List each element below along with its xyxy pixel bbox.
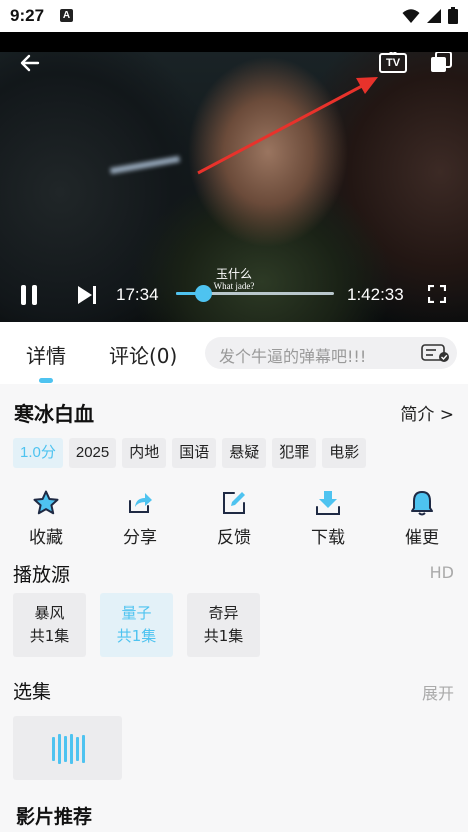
playing-bars-icon [52,734,85,764]
source-count: 共1集 [203,627,244,645]
tab-indicator [39,378,53,383]
next-episode-icon[interactable] [76,285,98,305]
progress-handle[interactable] [194,285,212,302]
rating-tag: 1.0分 [13,438,63,468]
share-label: 分享 [123,528,157,548]
genre-tag: 犯罪 [272,438,317,468]
tab-comments[interactable]: 评论(0) [109,340,177,369]
pause-icon[interactable] [18,284,40,306]
tag-list: 1.0分 2025 内地 国语 悬疑 犯罪 电影 [13,438,367,468]
wifi-icon [402,8,420,23]
total-time: 1:42:33 [347,285,404,304]
episode-item-playing[interactable] [13,716,122,780]
source-name: 量子 [121,604,152,622]
back-arrow-icon[interactable] [18,52,42,75]
source-item[interactable]: 奇异 共1集 [187,593,260,657]
download-label: 下载 [311,528,345,548]
share-button[interactable]: 分享 [108,488,172,548]
tv-cast-button[interactable]: TV [378,52,408,74]
favorite-label: 收藏 [29,528,63,548]
source-name: 暴风 [34,604,65,622]
danmu-settings-icon[interactable] [421,343,451,363]
battery-icon [448,7,458,24]
progress-bar[interactable] [176,285,334,302]
notification-badge: A [60,9,73,22]
star-icon [33,490,59,515]
player-controls: TV 玉什么 What jade? 17:34 1:42:33 [0,52,468,322]
source-section-title: 播放源 [13,564,71,586]
pip-window-icon[interactable] [430,52,452,73]
feedback-button[interactable]: 反馈 [202,488,266,548]
action-bar: 收藏 分享 反馈 下载 催更 [14,488,454,548]
download-button[interactable]: 下载 [296,488,360,548]
bell-icon [411,491,433,516]
danmu-input[interactable]: 发个牛逼的弹幕吧!!! [205,337,457,369]
share-icon [129,493,152,513]
urge-update-label: 催更 [405,528,439,548]
recommend-section-title: 影片推荐 [16,806,93,828]
intro-link[interactable]: 简介 > [400,400,454,425]
tab-bar: 详情 评论(0) 发个牛逼的弹幕吧!!! [0,322,468,384]
danmu-placeholder: 发个牛逼的弹幕吧!!! [219,347,367,366]
source-item-selected[interactable]: 量子 共1集 [100,593,173,657]
status-icons [402,7,458,24]
expand-button[interactable]: 展开 [422,680,454,704]
tab-details[interactable]: 详情 [26,340,66,369]
edit-icon [223,492,245,514]
fullscreen-icon[interactable] [428,285,446,303]
source-count: 共1集 [29,627,70,645]
tv-label: TV [386,57,401,69]
language-tag: 国语 [172,438,217,468]
quality-label: HD [429,563,454,582]
status-time: 9:27 [10,6,45,25]
subtitle-chinese: 玉什么 [215,267,252,281]
urge-update-button[interactable]: 催更 [390,488,454,548]
status-bar: 9:27 A [0,0,468,32]
download-icon [316,491,340,515]
region-tag: 内地 [122,438,167,468]
video-title: 寒冰白血 [14,402,94,426]
status-spacer [0,32,468,52]
source-list: 暴风 共1集 量子 共1集 奇异 共1集 [13,593,260,657]
details-panel: 寒冰白血 简介 > 1.0分 2025 内地 国语 悬疑 犯罪 电影 收藏 分享… [0,384,468,832]
source-count: 共1集 [116,627,157,645]
current-time: 17:34 [116,285,159,304]
type-tag: 电影 [322,438,367,468]
video-player[interactable]: TV 玉什么 What jade? 17:34 1:42:33 [0,52,468,322]
episodes-section-title: 选集 [13,681,52,703]
year-tag: 2025 [68,438,117,468]
genre-tag: 悬疑 [222,438,267,468]
source-item[interactable]: 暴风 共1集 [13,593,86,657]
favorite-button[interactable]: 收藏 [14,488,78,548]
source-name: 奇异 [208,604,239,622]
feedback-label: 反馈 [217,528,251,548]
signal-icon [427,8,441,23]
